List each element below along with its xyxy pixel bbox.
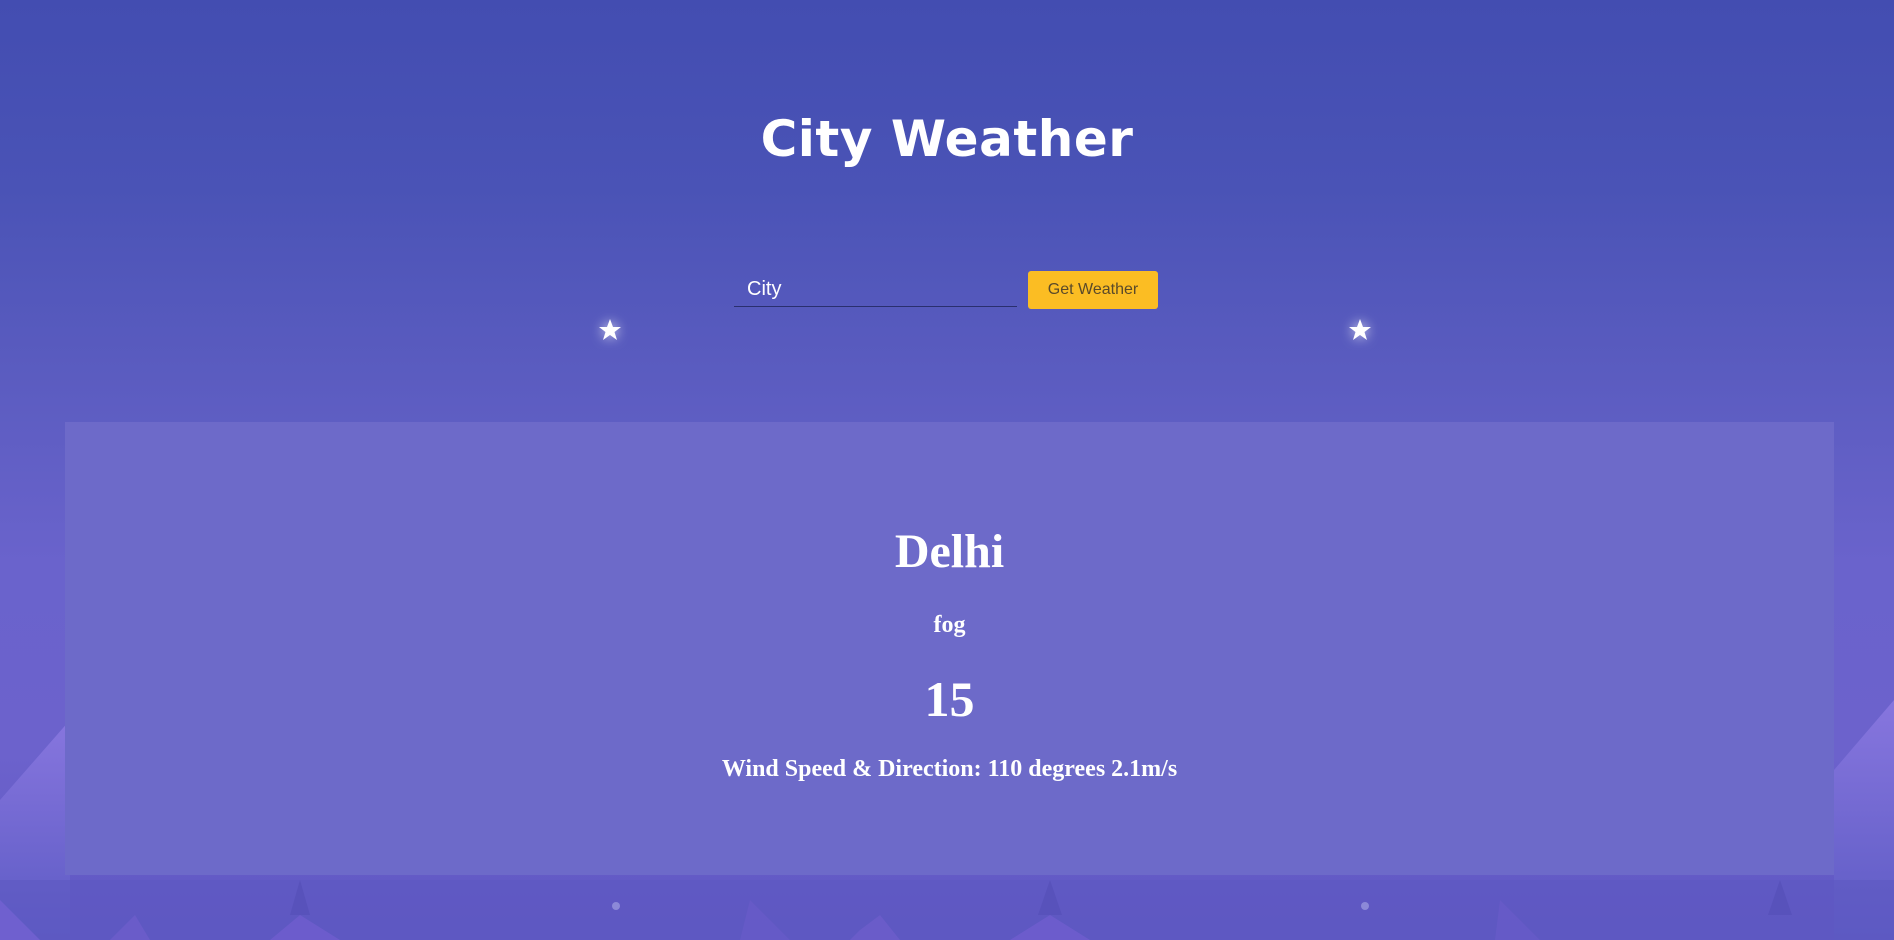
wind-info: Wind Speed & Direction: 110 degrees 2.1m… xyxy=(721,756,1178,782)
background-dot xyxy=(612,902,620,910)
star-icon xyxy=(599,319,621,340)
page-title: City Weather xyxy=(760,110,1134,168)
weather-card: Delhi fog 15 Wind Speed & Direction: 110… xyxy=(65,422,1834,875)
city-name: Delhi xyxy=(894,525,1005,578)
star-icon xyxy=(1349,319,1371,340)
get-weather-button[interactable]: Get Weather xyxy=(1028,271,1158,309)
weather-condition: fog xyxy=(933,612,966,638)
city-input[interactable] xyxy=(734,272,1017,307)
background-dot xyxy=(1361,902,1369,910)
temperature: 15 xyxy=(924,671,975,727)
search-bar: Get Weather xyxy=(734,270,1158,309)
